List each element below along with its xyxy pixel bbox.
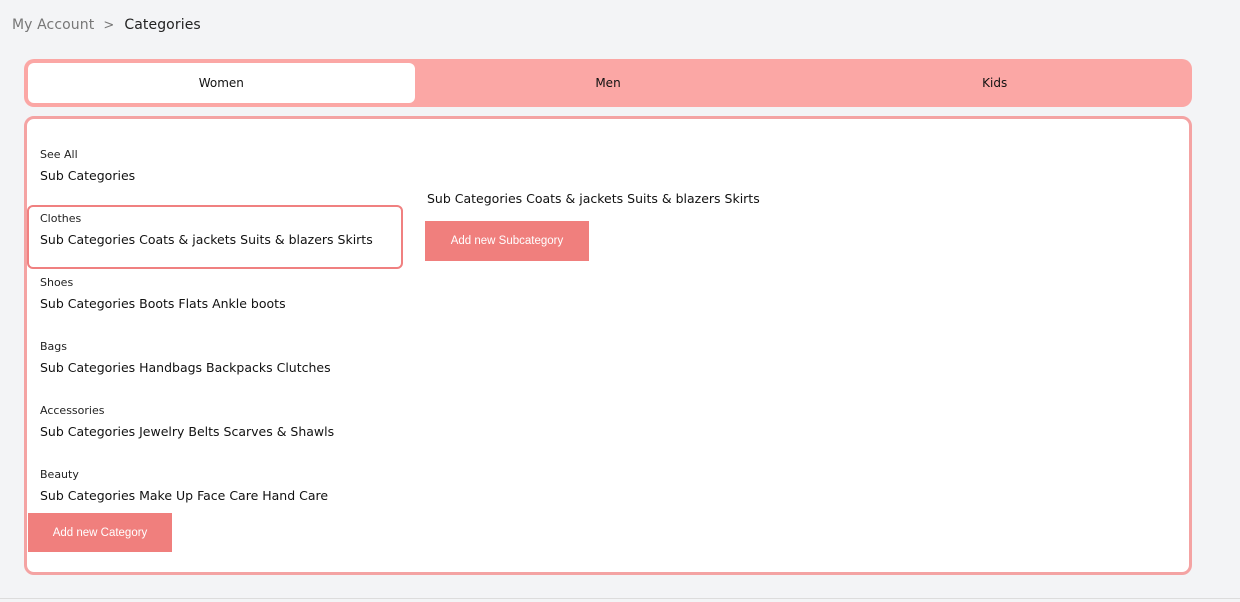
- category-subcategories: Sub Categories Coats & jackets Suits & b…: [40, 232, 373, 247]
- category-name: Accessories: [40, 404, 105, 417]
- category-name: Bags: [40, 340, 68, 353]
- tab-men[interactable]: Men: [415, 63, 802, 103]
- chevron-right-icon: >: [103, 17, 115, 33]
- category-name: Shoes: [40, 276, 74, 289]
- category-item-clothes[interactable]: Clothes Sub Categories Coats & jackets S…: [27, 205, 403, 269]
- category-item-see-all[interactable]: See All Sub Categories: [27, 141, 403, 205]
- category-name: Beauty: [40, 468, 79, 481]
- categories-panel: See All Sub Categories Clothes Sub Categ…: [24, 116, 1192, 575]
- tab-kids[interactable]: Kids: [801, 63, 1188, 103]
- tab-women[interactable]: Women: [28, 63, 415, 103]
- category-name: Clothes: [40, 212, 82, 225]
- category-list: See All Sub Categories Clothes Sub Categ…: [27, 141, 403, 525]
- selected-category-subcategories: Sub Categories Coats & jackets Suits & b…: [427, 191, 760, 206]
- category-item-bags[interactable]: Bags Sub Categories Handbags Backpacks C…: [27, 333, 403, 397]
- category-subcategories: Sub Categories Make Up Face Care Hand Ca…: [40, 488, 329, 503]
- category-subcategories: Sub Categories Handbags Backpacks Clutch…: [40, 360, 331, 375]
- breadcrumb: My Account > Categories: [12, 17, 201, 33]
- gender-tabs: Women Men Kids: [24, 59, 1192, 107]
- category-name: See All: [40, 148, 78, 161]
- add-subcategory-button[interactable]: Add new Subcategory: [425, 221, 589, 261]
- add-category-button[interactable]: Add new Category: [28, 513, 172, 552]
- breadcrumb-my-account-link[interactable]: My Account: [12, 17, 94, 33]
- category-subcategories: Sub Categories Jewelry Belts Scarves & S…: [40, 424, 335, 439]
- breadcrumb-current: Categories: [124, 17, 201, 33]
- divider: [0, 598, 1240, 599]
- category-subcategories: Sub Categories Boots Flats Ankle boots: [40, 296, 286, 311]
- category-item-shoes[interactable]: Shoes Sub Categories Boots Flats Ankle b…: [27, 269, 403, 333]
- category-subcategories: Sub Categories: [40, 168, 136, 183]
- category-item-accessories[interactable]: Accessories Sub Categories Jewelry Belts…: [27, 397, 403, 461]
